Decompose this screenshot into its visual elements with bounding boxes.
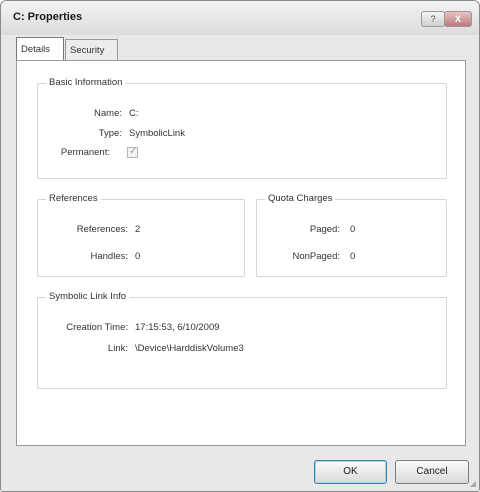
help-button[interactable]: ?	[421, 11, 445, 27]
basic-information-heading: Basic Information	[46, 77, 126, 88]
cancel-button[interactable]: Cancel	[395, 460, 469, 484]
nonpaged-label: NonPaged:	[292, 251, 340, 262]
name-label: Name:	[94, 108, 122, 119]
references-value: 2	[135, 224, 141, 235]
references-group: References References: 2 Handles: 0	[37, 193, 245, 277]
paged-label: Paged:	[309, 224, 340, 235]
tab-security[interactable]: Security	[65, 39, 118, 61]
name-value: C:	[129, 108, 139, 119]
ok-button[interactable]: OK	[314, 460, 387, 484]
quota-charges-group: Quota Charges Paged: 0 NonPaged: 0	[256, 193, 447, 277]
creation-time-label: Creation Time:	[66, 322, 128, 333]
nonpaged-value: 0	[350, 251, 356, 262]
references-label: References:	[76, 224, 128, 235]
references-heading: References	[46, 193, 101, 204]
title-bar[interactable]: C: Properties ? X	[1, 1, 479, 35]
basic-information-group: Basic Information Name: C: Type: Symboli…	[37, 77, 447, 179]
symbolic-link-info-heading: Symbolic Link Info	[46, 291, 130, 302]
symbolic-link-info-group: Symbolic Link Info Creation Time: 17:15:…	[37, 291, 447, 389]
details-panel: Basic Information Name: C: Type: Symboli…	[16, 60, 466, 446]
window-title: C: Properties	[13, 11, 83, 23]
permanent-label: Permanent:	[60, 147, 110, 158]
handles-label: Handles:	[90, 251, 129, 262]
type-value: SymbolicLink	[129, 128, 185, 139]
properties-dialog: C: Properties ? X Details Security Basic…	[0, 0, 480, 492]
resize-grip-icon[interactable]: ◢	[470, 479, 476, 488]
link-label: Link:	[107, 343, 128, 354]
handles-value: 0	[135, 251, 141, 262]
permanent-checkbox[interactable]: ✓	[127, 146, 138, 158]
type-label: Type:	[98, 128, 122, 139]
quota-charges-heading: Quota Charges	[265, 193, 336, 204]
tab-details[interactable]: Details	[16, 37, 64, 61]
check-mark-icon: ✓	[129, 146, 138, 157]
creation-time-value: 17:15:53, 6/10/2009	[135, 322, 220, 333]
paged-value: 0	[350, 224, 356, 235]
close-button[interactable]: X	[444, 11, 472, 27]
link-value: \Device\HarddiskVolume3	[135, 343, 244, 354]
